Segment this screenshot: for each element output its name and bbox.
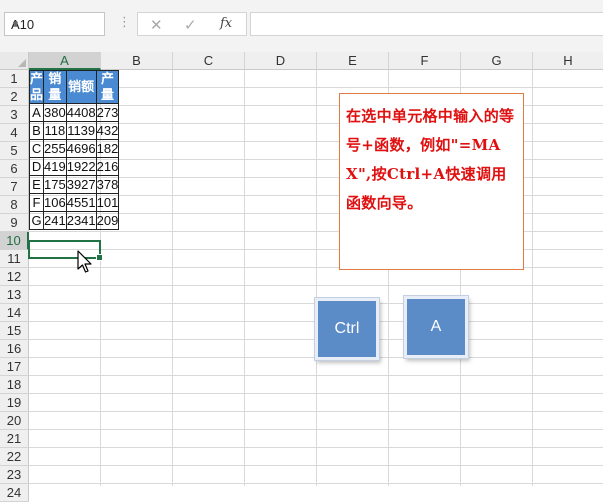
table-cell[interactable]: D — [28, 157, 45, 176]
row-header-16[interactable]: 16 — [0, 340, 29, 358]
select-all-corner[interactable] — [0, 52, 29, 70]
chevron-down-icon[interactable]: ▼ — [11, 19, 100, 29]
more-options-icon[interactable]: ⋮ — [118, 14, 131, 30]
row-header-15[interactable]: 15 — [0, 322, 29, 340]
row-header-17[interactable]: 17 — [0, 358, 29, 376]
column-header-a[interactable]: A — [29, 52, 101, 70]
table-cell[interactable]: C — [28, 139, 45, 158]
table-cell[interactable]: 241 — [43, 211, 67, 230]
table-cell[interactable]: 3927 — [65, 175, 97, 194]
table-cell[interactable]: 4551 — [65, 193, 97, 212]
table-cell[interactable]: 255 — [43, 139, 67, 158]
table-cell[interactable]: 1139 — [65, 121, 97, 140]
callout-text: 在选中单元格中输入的等号+函数，例如"=MAX",按Ctrl+A快速调用函数向导… — [346, 107, 515, 212]
header-cell[interactable]: 销量 — [43, 70, 67, 104]
formula-input[interactable] — [250, 12, 603, 36]
row-header-23[interactable]: 23 — [0, 466, 29, 484]
mouse-pointer-icon — [77, 250, 92, 273]
fill-handle[interactable] — [96, 254, 103, 261]
table-row: G 241 2341 209 — [28, 211, 120, 230]
table-cell[interactable]: 209 — [95, 211, 120, 230]
row-header-22[interactable]: 22 — [0, 448, 29, 466]
row-header-19[interactable]: 19 — [0, 394, 29, 412]
instruction-callout: 在选中单元格中输入的等号+函数，例如"=MAX",按Ctrl+A快速调用函数向导… — [339, 93, 524, 270]
cancel-icon[interactable]: ✕ — [150, 16, 163, 34]
table-cell[interactable]: F — [28, 193, 45, 212]
formula-buttons: ✕ ✓ fx — [137, 12, 247, 36]
table-cell[interactable]: 182 — [95, 139, 120, 158]
row-header-12[interactable]: 12 — [0, 268, 29, 286]
table-cell[interactable]: 4408 — [65, 103, 97, 122]
row-header-4[interactable]: 4 — [0, 124, 29, 142]
row-header-5[interactable]: 5 — [0, 142, 29, 160]
table-cell[interactable]: B — [28, 121, 45, 140]
table-cell[interactable]: 378 — [95, 175, 120, 194]
row-header-10[interactable]: 10 — [0, 232, 29, 250]
row-header-20[interactable]: 20 — [0, 412, 29, 430]
table-row: D 419 1922 216 — [28, 157, 120, 176]
row-header-8[interactable]: 8 — [0, 196, 29, 214]
table-cell[interactable]: 1922 — [65, 157, 97, 176]
row-header-6[interactable]: 6 — [0, 160, 29, 178]
header-cell[interactable]: 产品 — [28, 70, 45, 104]
column-header-d[interactable]: D — [245, 52, 317, 70]
enter-icon[interactable]: ✓ — [184, 16, 197, 34]
row-header-13[interactable]: 13 — [0, 286, 29, 304]
table-row: A 380 4408 273 — [28, 103, 120, 122]
table-cell[interactable]: A — [28, 103, 45, 122]
row-header-14[interactable]: 14 — [0, 304, 29, 322]
column-header-g[interactable]: G — [461, 52, 533, 70]
column-header-b[interactable]: B — [101, 52, 173, 70]
row-header-7[interactable]: 7 — [0, 178, 29, 196]
table-cell[interactable]: 380 — [43, 103, 67, 122]
column-header-f[interactable]: F — [389, 52, 461, 70]
table-cell[interactable]: 216 — [95, 157, 120, 176]
table-cell[interactable]: 4696 — [65, 139, 97, 158]
table-cell[interactable]: 118 — [43, 121, 67, 140]
column-header-h[interactable]: H — [533, 52, 603, 70]
insert-function-icon[interactable]: fx — [220, 16, 232, 31]
table-cell[interactable]: 432 — [95, 121, 120, 140]
table-row: C 255 4696 182 — [28, 139, 120, 158]
formula-bar: A10 ▼ ⋮ ✕ ✓ fx — [0, 0, 603, 52]
ctrl-key: Ctrl — [315, 298, 379, 360]
row-header-11[interactable]: 11 — [0, 250, 29, 268]
table-cell[interactable]: E — [28, 175, 45, 194]
a-key: A — [404, 296, 468, 358]
header-cell[interactable]: 销额 — [65, 70, 97, 104]
table-cell[interactable]: 101 — [95, 193, 120, 212]
header-cell[interactable]: 产量 — [95, 70, 120, 104]
table-row: F 106 4551 101 — [28, 193, 120, 212]
row-header-21[interactable]: 21 — [0, 430, 29, 448]
table-row: B 118 1139 432 — [28, 121, 120, 140]
table-header-row: 产品 销量 销额 产量 — [28, 70, 120, 104]
column-header-c[interactable]: C — [173, 52, 245, 70]
row-header-9[interactable]: 9 — [0, 214, 29, 232]
column-header-e[interactable]: E — [317, 52, 389, 70]
table-cell[interactable]: 419 — [43, 157, 67, 176]
row-header-24[interactable]: 24 — [0, 484, 29, 502]
table-cell[interactable]: 273 — [95, 103, 120, 122]
table-cell[interactable]: 175 — [43, 175, 67, 194]
table-cell[interactable]: 2341 — [65, 211, 97, 230]
row-header-2[interactable]: 2 — [0, 88, 29, 106]
row-header-1[interactable]: 1 — [0, 70, 29, 88]
data-table: 产品 销量 销额 产量 A 380 4408 273 B 118 1139 43… — [28, 70, 120, 230]
table-cell[interactable]: 106 — [43, 193, 67, 212]
row-header-18[interactable]: 18 — [0, 376, 29, 394]
row-header-3[interactable]: 3 — [0, 106, 29, 124]
table-row: E 175 3927 378 — [28, 175, 120, 194]
name-box[interactable]: A10 ▼ — [4, 12, 105, 36]
table-cell[interactable]: G — [28, 211, 45, 230]
